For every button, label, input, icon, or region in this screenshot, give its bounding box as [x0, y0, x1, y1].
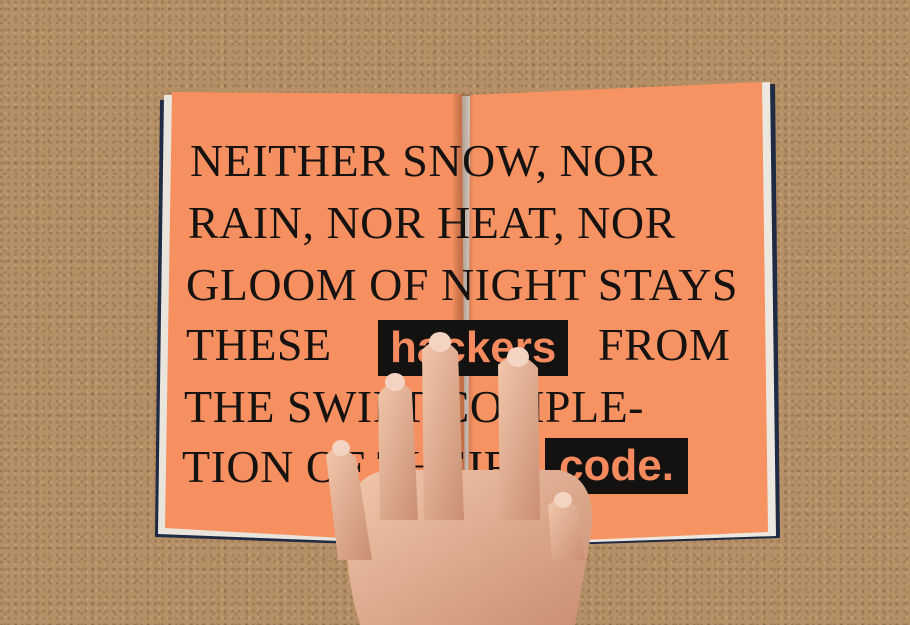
zine-line-3: GLOOM OF NIGHT STAYS [186, 259, 739, 310]
zine-line-2: RAIN, NOR HEAT, NOR [188, 197, 676, 248]
zine-line-4b: FROM [598, 319, 731, 370]
zine-line-5: THE SWIFT COMPLE- [184, 381, 644, 432]
zine-line-4a: THESE [186, 319, 332, 370]
hackers-highlight-box: hackers [378, 320, 569, 376]
zine-line-1: NEITHER SNOW, NOR [190, 135, 659, 186]
code-highlight-box: code. [545, 438, 688, 494]
zine-line-6: TION OF THEIR [182, 441, 515, 492]
open-zine [155, 82, 780, 548]
